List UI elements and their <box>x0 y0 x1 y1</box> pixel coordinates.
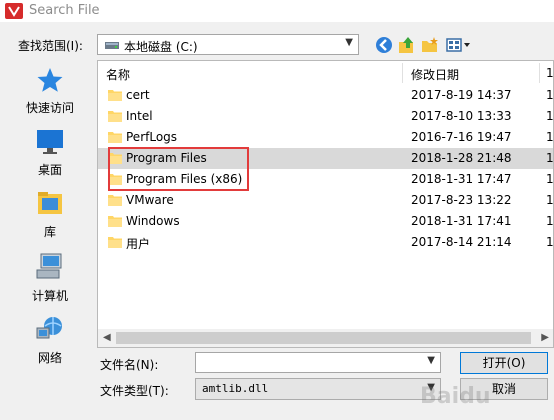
file-name: Program Files (x86) <box>126 172 243 186</box>
folder-icon <box>108 90 122 101</box>
file-name: 用户 <box>126 237 151 251</box>
file-date: 2016-7-16 19:47 <box>411 130 512 144</box>
open-button[interactable]: 打开(O) <box>460 352 548 374</box>
app-icon <box>5 3 23 19</box>
file-list-header: ⌃ 名称 修改日期 1 <box>98 60 553 85</box>
drive-icon <box>105 42 119 49</box>
file-row[interactable]: Intel 2017-8-10 13:33 1 <box>98 106 554 127</box>
chevron-down-icon: ▼ <box>345 37 353 48</box>
file-type: 1 <box>546 214 554 228</box>
file-row[interactable]: Program Files (x86) 2018-1-31 17:47 1 <box>98 169 554 190</box>
network-icon <box>36 317 62 339</box>
filename-input[interactable]: ▼ <box>195 352 441 373</box>
place-desktop[interactable]: 桌面 <box>4 128 96 178</box>
file-name: PerfLogs <box>126 130 178 144</box>
folder-icon <box>108 195 122 206</box>
up-folder-icon[interactable] <box>397 35 417 55</box>
library-icon <box>38 192 62 214</box>
file-name: cert <box>126 88 150 102</box>
scroll-right-icon[interactable]: ▶ <box>541 332 549 343</box>
filetype-dropdown[interactable]: amtlib.dll ▼ <box>195 378 441 400</box>
chevron-down-icon[interactable]: ▼ <box>427 355 435 366</box>
file-date: 2017-8-19 14:37 <box>411 88 512 102</box>
file-type: 1 <box>546 109 554 123</box>
place-label: 快速访问 <box>25 101 74 115</box>
place-library[interactable]: 库 <box>4 190 96 240</box>
column-separator[interactable] <box>539 63 540 83</box>
file-type: 1 <box>546 235 554 249</box>
file-name: Program Files <box>126 151 207 165</box>
places-bar: 快速访问 桌面 库 计算机 网络 <box>4 60 96 400</box>
watermark: Baidu <box>420 384 491 409</box>
file-row[interactable]: cert 2017-8-19 14:37 1 <box>98 85 554 106</box>
desktop-icon <box>37 130 63 154</box>
lookin-value: 本地磁盘 (C:) <box>124 40 198 54</box>
file-name: Intel <box>126 109 153 123</box>
filename-label: 文件名(N): <box>100 358 159 372</box>
folder-icon <box>108 237 122 248</box>
folder-icon <box>108 174 122 185</box>
folder-icon <box>108 111 122 122</box>
file-date: 2017-8-23 13:22 <box>411 193 512 207</box>
filetype-value: amtlib.dll <box>202 382 269 395</box>
file-type: 1 <box>546 88 554 102</box>
place-quick-access[interactable]: 快速访问 <box>4 66 96 116</box>
place-label: 网络 <box>37 351 62 365</box>
place-label: 计算机 <box>31 289 68 303</box>
file-row-selected[interactable]: Program Files 2018-1-28 21:48 1 <box>98 148 554 169</box>
file-date: 2018-1-31 17:47 <box>411 172 512 186</box>
back-icon[interactable] <box>374 35 394 55</box>
place-label: 库 <box>43 225 56 239</box>
file-type: 1 <box>546 151 554 165</box>
file-type: 1 <box>546 193 554 207</box>
horizontal-scrollbar[interactable]: ◀ ▶ <box>98 329 553 347</box>
file-row[interactable]: PerfLogs 2016-7-16 19:47 1 <box>98 127 554 148</box>
filetype-label: 文件类型(T): <box>100 384 169 398</box>
lookin-dropdown[interactable]: 本地磁盘 (C:) ▼ <box>97 34 359 55</box>
lookin-label: 查找范围(I): <box>18 39 83 53</box>
file-row[interactable]: 用户 2017-8-14 21:14 1 <box>98 232 554 253</box>
sort-arrow-icon: ⌃ <box>248 60 257 68</box>
column-header-type[interactable]: 1 <box>546 66 553 80</box>
star-icon <box>37 68 63 92</box>
computer-icon <box>36 253 62 279</box>
column-separator[interactable] <box>402 63 403 83</box>
file-date: 2017-8-10 13:33 <box>411 109 512 123</box>
place-label: 桌面 <box>37 163 62 177</box>
place-network[interactable]: 网络 <box>4 314 96 366</box>
file-row[interactable]: VMware 2017-8-23 13:22 1 <box>98 190 554 211</box>
file-row[interactable]: Windows 2018-1-31 17:41 1 <box>98 211 554 232</box>
window-title: Search File <box>29 3 100 18</box>
scroll-left-icon[interactable]: ◀ <box>103 332 111 343</box>
file-date: 2018-1-31 17:41 <box>411 214 512 228</box>
file-type: 1 <box>546 172 554 186</box>
scrollbar-thumb[interactable] <box>116 332 531 344</box>
file-date: 2018-1-28 21:48 <box>411 151 512 165</box>
folder-icon <box>108 216 122 227</box>
folder-icon <box>108 132 122 143</box>
view-menu-icon[interactable] <box>445 35 471 55</box>
column-header-date[interactable]: 修改日期 <box>411 66 459 83</box>
title-bar: Search File <box>0 0 554 22</box>
file-list[interactable]: ⌃ 名称 修改日期 1 cert 2017-8-19 14:37 1 Intel… <box>97 60 554 348</box>
file-name: VMware <box>126 193 174 207</box>
file-date: 2017-8-14 21:14 <box>411 235 512 249</box>
column-header-name[interactable]: 名称 <box>106 66 130 83</box>
folder-icon <box>108 153 122 164</box>
file-name: Windows <box>126 214 180 228</box>
file-type: 1 <box>546 130 554 144</box>
new-folder-icon[interactable] <box>420 35 440 55</box>
place-computer[interactable]: 计算机 <box>4 252 96 304</box>
